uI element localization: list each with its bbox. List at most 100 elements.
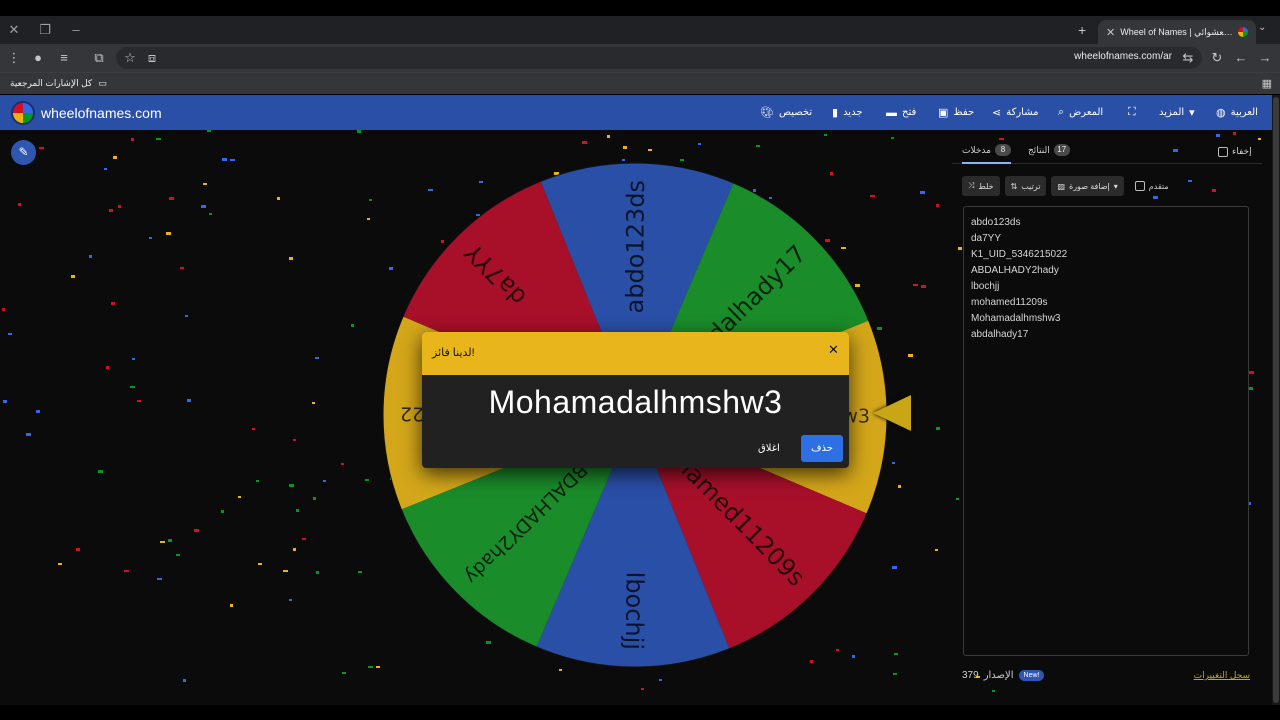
customize-button[interactable]: 🎨︎ تخصيص xyxy=(760,95,812,130)
apps-grid-icon[interactable]: ▦ xyxy=(1262,77,1272,90)
confetti-piece xyxy=(230,159,235,161)
confetti-piece xyxy=(277,197,280,200)
tab-search-icon[interactable]: ≡ xyxy=(56,50,72,66)
minimize-window-icon[interactable]: – xyxy=(66,20,86,40)
list-item: lbochjj xyxy=(971,281,1000,292)
confetti-piece xyxy=(209,213,212,215)
language-label: العربية xyxy=(1230,107,1258,118)
confetti-piece xyxy=(149,237,152,239)
edit-pencil-button[interactable]: ✎ xyxy=(11,140,36,165)
back-icon[interactable]: ← xyxy=(1233,50,1249,66)
hide-checkbox[interactable] xyxy=(1218,146,1228,157)
shuffle-button[interactable]: ⤨ خلط xyxy=(962,176,1000,196)
wheel-segment-label: abdo123ds xyxy=(621,180,650,314)
close-icon[interactable]: ✕ xyxy=(828,342,839,358)
confetti-piece xyxy=(296,509,299,512)
address-bar[interactable]: ☆ ⧈ wheelofnames.com/ar ⇆ xyxy=(116,47,1202,69)
advanced-checkbox[interactable] xyxy=(1134,181,1145,191)
globe-icon: ◍ xyxy=(1216,107,1226,119)
confetti-piece xyxy=(293,548,296,551)
page-scrollbar[interactable] xyxy=(1272,95,1280,705)
confetti-piece xyxy=(203,183,207,185)
profile-avatar-icon[interactable]: ● xyxy=(30,50,46,66)
results-tab-label: النتائج xyxy=(1028,144,1050,155)
confetti-piece xyxy=(368,666,373,668)
confetti-piece xyxy=(201,205,206,208)
list-item: abdo123ds xyxy=(971,217,1021,228)
all-bookmarks-folder[interactable]: كل الإشارات المرجعية ▭ xyxy=(10,78,107,89)
browser-tab[interactable]: ✕ Wheel of Names | عجلة الاسم العشوائي xyxy=(1098,20,1256,44)
remove-button[interactable]: حذف xyxy=(801,435,843,462)
new-button[interactable]: ▮ جديد xyxy=(832,95,863,130)
confetti-piece xyxy=(365,479,369,481)
entries-tab-label: مدخلات xyxy=(962,144,991,155)
changelog-link[interactable]: سجل التغييرات xyxy=(1194,670,1250,681)
confetti-piece xyxy=(921,285,926,288)
restore-window-icon[interactable]: ❐ xyxy=(35,20,55,40)
close-button[interactable]: اغلاق xyxy=(758,443,780,454)
caret-down-icon: ▾ xyxy=(1189,107,1195,119)
confetti-piece xyxy=(824,134,827,136)
reload-icon[interactable]: ↻ xyxy=(1209,50,1225,66)
hide-toggle[interactable]: إخفاء xyxy=(1218,146,1252,157)
open-label: فتح xyxy=(902,107,917,118)
confetti-piece xyxy=(157,578,162,580)
tab-entries[interactable]: مدخلات 8 xyxy=(962,144,1011,164)
tab-list-chevron-icon[interactable]: ⌄ xyxy=(1258,22,1266,33)
confetti-piece xyxy=(893,673,897,675)
confetti-piece xyxy=(892,566,897,569)
site-settings-icon[interactable]: ⇆ xyxy=(1180,50,1196,66)
confetti-piece xyxy=(221,510,224,513)
sort-button[interactable]: ⇅ ترتيب xyxy=(1004,176,1047,196)
close-window-icon[interactable]: ✕ xyxy=(4,20,24,40)
advanced-label: متقدم xyxy=(1148,181,1169,191)
advanced-toggle[interactable]: متقدم xyxy=(1134,181,1169,191)
save-button[interactable]: ▣ حفظ xyxy=(938,95,974,130)
palette-icon: 🎨︎ xyxy=(760,107,774,119)
browser-menu-icon[interactable]: ⋮ xyxy=(6,50,22,66)
tab-results[interactable]: النتائج 17 xyxy=(1028,144,1070,156)
extensions-icon[interactable]: ⧉ xyxy=(91,50,107,66)
forward-icon[interactable]: → xyxy=(1257,50,1273,66)
url-text[interactable]: wheelofnames.com/ar xyxy=(1074,51,1172,62)
confetti-piece xyxy=(894,653,898,655)
tab-close-icon[interactable]: ✕ xyxy=(1106,26,1115,39)
list-item: Mohamadalhmshw3 xyxy=(971,313,1061,324)
wheel-segment-label: lbochjj xyxy=(620,572,649,651)
confetti-piece xyxy=(289,599,292,601)
confetti-piece xyxy=(111,302,115,305)
sort-icon: ⇅ xyxy=(1010,181,1018,191)
open-button[interactable]: ▬ فتح xyxy=(886,95,916,130)
language-menu[interactable]: ◍ العربية xyxy=(1216,95,1258,130)
more-menu[interactable]: المزيد ▾ xyxy=(1159,95,1195,130)
confetti-piece xyxy=(169,197,174,200)
list-item: abdalhady17 xyxy=(971,329,1029,340)
confetti-piece xyxy=(230,604,233,607)
add-image-button[interactable]: ▨ إضافة صورة ▾ xyxy=(1051,176,1124,196)
new-tab-button[interactable]: + xyxy=(1078,22,1086,38)
bookmark-star-icon[interactable]: ☆ xyxy=(122,50,138,66)
search-icon: ⌕ xyxy=(1058,106,1065,118)
all-bookmarks-label: كل الإشارات المرجعية xyxy=(10,78,93,88)
confetti-piece xyxy=(323,480,326,482)
folder-open-icon: ▬ xyxy=(886,106,897,119)
confetti-piece xyxy=(113,156,117,159)
brand[interactable]: wheelofnames.com xyxy=(11,101,162,125)
install-app-icon[interactable]: ⧈ xyxy=(144,50,160,66)
share-label: مشاركة xyxy=(1006,107,1039,118)
bookmarks-bar: كل الإشارات المرجعية ▭ ▦ xyxy=(0,72,1280,94)
confetti-piece xyxy=(8,333,12,335)
scrollbar-thumb[interactable] xyxy=(1273,97,1279,703)
confetti-piece xyxy=(623,146,627,149)
confetti-piece xyxy=(367,218,370,220)
entries-textarea[interactable]: abdo123ds da7YY K1_UID_5346215022 ABDALH… xyxy=(963,206,1249,656)
fullscreen-button[interactable]: ⛶ xyxy=(1128,95,1136,130)
confetti-piece xyxy=(160,541,165,543)
confetti-piece xyxy=(130,386,135,388)
confetti-piece xyxy=(680,159,684,161)
browser-tabstrip: ✕ ❐ – + ✕ Wheel of Names | عجلة الاسم ال… xyxy=(0,16,1280,44)
gallery-button[interactable]: ⌕ المعرض xyxy=(1058,95,1103,130)
confetti-piece xyxy=(89,255,92,258)
tab-title: Wheel of Names | عجلة الاسم العشوائي xyxy=(1120,26,1233,37)
share-button[interactable]: ⋖ مشاركة xyxy=(992,95,1039,130)
